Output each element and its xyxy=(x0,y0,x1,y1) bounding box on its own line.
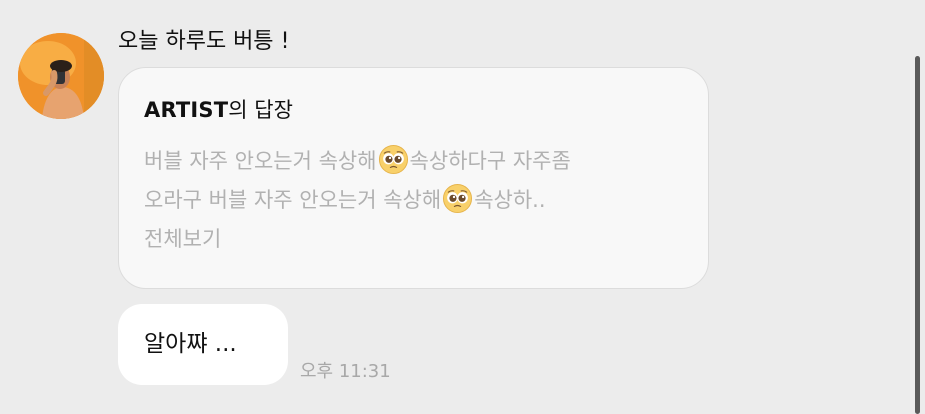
see-more-link[interactable]: 전체보기 xyxy=(144,220,689,259)
reply-card[interactable]: ARTIST의 답장 버블 자주 안오는거 속상해 속상하다구 자주좀 오라구 … xyxy=(118,67,709,289)
message-bubble[interactable]: 알아쨔 ... xyxy=(118,304,288,385)
message-header-text: 오늘 하루도 버틍 ! xyxy=(118,29,290,54)
scrollbar-thumb[interactable] xyxy=(915,56,920,414)
reply-line-2-text-b: 속상하.. xyxy=(474,188,546,212)
reply-body: 버블 자주 안오는거 속상해 속상하다구 자주좀 오라구 버블 자주 안오는거 … xyxy=(144,142,689,259)
pleading-face-emoji-icon xyxy=(378,144,408,175)
reply-line-2: 오라구 버블 자주 안오는거 속상해 속상하.. xyxy=(144,181,689,220)
reply-line-1: 버블 자주 안오는거 속상해 속상하다구 자주좀 xyxy=(144,142,689,181)
reply-line-1-text-a: 버블 자주 안오는거 속상해 xyxy=(144,149,377,173)
reply-card-title: ARTIST의 답장 xyxy=(144,96,293,124)
pleading-face-emoji-icon xyxy=(443,183,473,214)
reply-line-1-text-b: 속상하다구 자주좀 xyxy=(409,149,571,173)
avatar-photo xyxy=(18,33,104,119)
avatar[interactable] xyxy=(18,33,104,119)
reply-line-2-text-a: 오라구 버블 자주 안오는거 속상해 xyxy=(144,188,442,212)
scrollbar[interactable] xyxy=(911,0,925,414)
reply-title-suffix: 의 답장 xyxy=(228,98,293,122)
message-timestamp: 오후 11:31 xyxy=(300,361,391,382)
reply-artist-name: ARTIST xyxy=(144,98,229,122)
